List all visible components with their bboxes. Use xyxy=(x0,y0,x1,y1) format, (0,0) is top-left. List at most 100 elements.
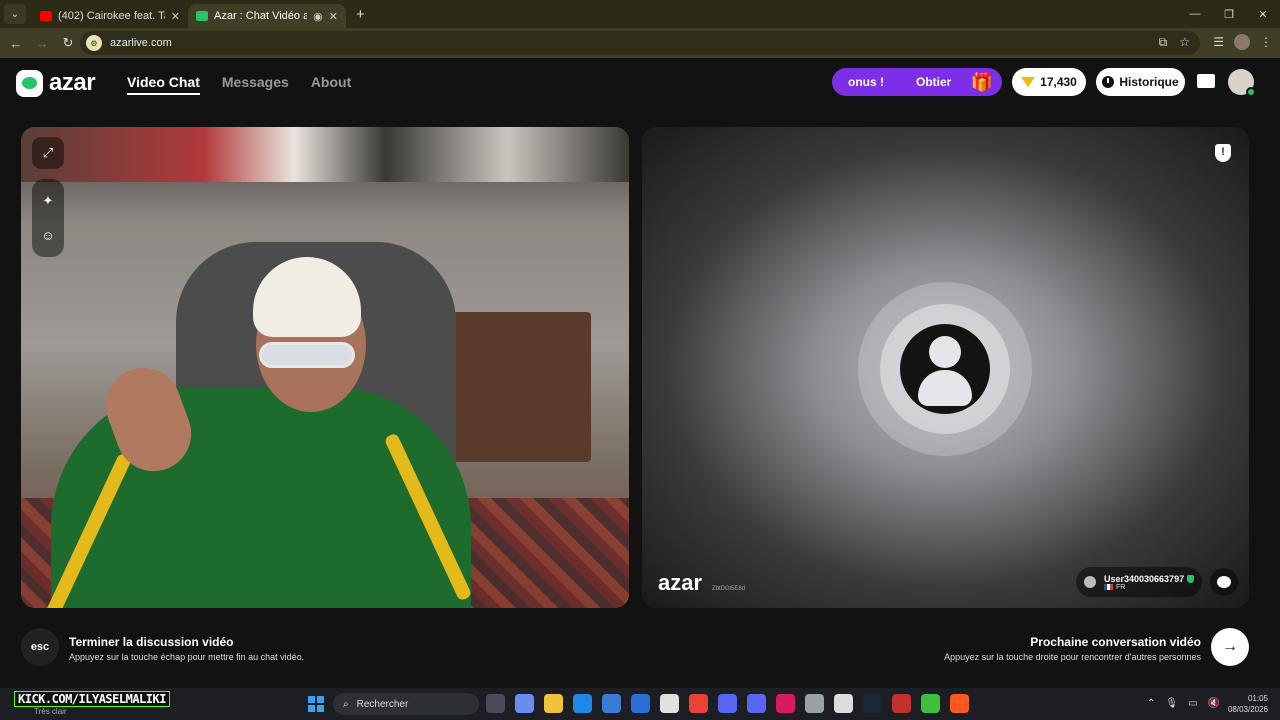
next-arrow-button[interactable]: → xyxy=(1211,628,1249,666)
treasure-chest-icon: 🎁 xyxy=(970,71,994,92)
person-sunglasses xyxy=(259,342,355,368)
windows-taskbar: KICK.COM/ILYASELMALIKI Très clair ⌕ Rech… xyxy=(0,688,1280,720)
taskbar-app-icon[interactable] xyxy=(631,694,650,713)
next-chat-title: Prochaine conversation vidéo xyxy=(1030,635,1201,649)
camera-shelf xyxy=(21,127,629,182)
windows-start-icon[interactable] xyxy=(308,696,324,712)
taskbar-app-icon[interactable] xyxy=(486,694,505,713)
chat-bubble-icon[interactable] xyxy=(1210,568,1238,596)
avatar-body xyxy=(918,370,972,406)
youtube-icon xyxy=(40,11,52,21)
azar-logo[interactable]: azar xyxy=(16,69,96,97)
taskbar-apps xyxy=(486,694,969,713)
chevron-up-icon[interactable]: ⌃ xyxy=(1147,698,1155,709)
browser-profile-avatar[interactable] xyxy=(1234,34,1250,50)
promo-get-text: Obtier xyxy=(916,75,952,89)
end-chat-hint: Appuyez sur la touche échap pour mettre … xyxy=(69,652,305,662)
watermark-code: ZbtDGl5E8d xyxy=(712,586,746,592)
taskbar-app-icon[interactable] xyxy=(863,694,882,713)
nav-video-chat[interactable]: Video Chat xyxy=(127,74,200,95)
reload-button[interactable]: ↻ xyxy=(56,31,80,55)
logo-text: azar xyxy=(49,69,96,96)
reading-list-icon[interactable]: ☰ xyxy=(1213,35,1224,49)
app-header: azar Video Chat Messages About onus ! Ob… xyxy=(0,58,1280,106)
volume-muted-icon[interactable]: 🔇 xyxy=(1208,698,1220,709)
taskbar-app-icon[interactable] xyxy=(660,694,679,713)
local-video-tools: ⤢ ✦ ☺ xyxy=(32,137,64,257)
minimize-button[interactable]: — xyxy=(1178,0,1212,28)
microphone-icon[interactable]: 🎙 xyxy=(1165,698,1178,709)
browser-tab-azar[interactable]: Azar : Chat Vidéo avec de n ◉ ✕ xyxy=(188,4,346,28)
taskbar-app-icon[interactable] xyxy=(747,694,766,713)
weather-widget[interactable]: KICK.COM/ILYASELMALIKI Très clair xyxy=(14,691,170,716)
site-info-icon[interactable]: ⚙ xyxy=(86,35,102,51)
next-chat-hint: Appuyez sur la touche droite pour rencon… xyxy=(944,652,1201,662)
kick-overlay-text: KICK.COM/ILYASELMALIKI xyxy=(14,691,170,707)
local-video: ⤢ ✦ ☺ xyxy=(21,127,629,608)
expand-icon[interactable]: ⤢ xyxy=(32,137,64,169)
taskbar-clock[interactable]: 01:05 08/03/2026 xyxy=(1228,693,1268,715)
maximize-button[interactable]: ❐ xyxy=(1212,0,1246,28)
partner-country: FR xyxy=(1116,583,1126,591)
azar-app: azar Video Chat Messages About onus ! Ob… xyxy=(0,58,1280,688)
report-shield-icon[interactable]: ! xyxy=(1215,144,1231,162)
window-controls: — ❐ ✕ xyxy=(1178,0,1280,28)
browser-menu-icon[interactable]: ⋮ xyxy=(1260,35,1272,49)
shop-icon[interactable] xyxy=(1196,71,1216,91)
date: 08/03/2026 xyxy=(1227,705,1268,714)
bonus-promo-button[interactable]: onus ! Obtier 🎁 xyxy=(832,68,1002,96)
install-app-icon[interactable]: ⧉ xyxy=(1159,35,1168,50)
recording-icon: ◉ xyxy=(313,10,323,23)
nav-messages[interactable]: Messages xyxy=(222,74,289,95)
back-button[interactable]: ← xyxy=(4,31,28,55)
weather-text: Très clair xyxy=(34,707,67,716)
taskbar-app-icon[interactable] xyxy=(805,694,824,713)
nav-about[interactable]: About xyxy=(311,74,351,95)
history-button[interactable]: Historique xyxy=(1096,68,1185,96)
forward-button[interactable]: → xyxy=(30,31,54,55)
taskbar-app-icon[interactable] xyxy=(834,694,853,713)
browser-tab-youtube[interactable]: (402) Cairokee feat. Tarek El-Sh ✕ xyxy=(32,4,188,28)
close-icon[interactable]: ✕ xyxy=(329,10,338,23)
gem-icon xyxy=(1021,77,1036,87)
face-filter-icon[interactable]: ☺ xyxy=(32,219,64,251)
bookmark-star-icon[interactable]: ☆ xyxy=(1179,35,1190,50)
user-icon xyxy=(1084,576,1096,588)
close-icon[interactable]: ✕ xyxy=(171,10,180,23)
close-window-button[interactable]: ✕ xyxy=(1246,0,1280,28)
taskbar-app-icon[interactable] xyxy=(544,694,563,713)
taskbar-app-icon[interactable] xyxy=(718,694,737,713)
partner-info[interactable]: User340030663797 FR xyxy=(1076,567,1202,597)
taskbar-app-icon[interactable] xyxy=(689,694,708,713)
network-icon[interactable]: ▭ xyxy=(1188,698,1197,709)
user-avatar[interactable] xyxy=(1228,69,1256,97)
tab-title: Azar : Chat Vidéo avec de n xyxy=(214,10,308,22)
watermark-logo: azar xyxy=(658,570,703,595)
end-chat-title: Terminer la discussion vidéo xyxy=(69,635,234,649)
history-label: Historique xyxy=(1119,75,1179,89)
azar-favicon-icon xyxy=(196,11,208,21)
new-tab-button[interactable]: + xyxy=(356,6,365,23)
tab-search-button[interactable]: ⌄ xyxy=(4,4,26,24)
france-flag-icon xyxy=(1104,584,1113,590)
taskbar-search[interactable]: ⌕ Rechercher xyxy=(333,693,479,715)
azar-logo-icon xyxy=(16,69,43,97)
gems-count: 17,430 xyxy=(1040,75,1077,89)
magic-wand-icon[interactable]: ✦ xyxy=(32,185,64,217)
taskbar-app-icon[interactable] xyxy=(776,694,795,713)
clock-icon xyxy=(1102,76,1115,88)
taskbar-app-icon[interactable] xyxy=(892,694,911,713)
taskbar-app-icon[interactable] xyxy=(515,694,534,713)
partner-avatar-placeholder xyxy=(900,324,990,414)
main-nav: Video Chat Messages About xyxy=(127,74,351,95)
gems-balance-button[interactable]: 17,430 xyxy=(1012,68,1086,96)
taskbar-app-icon[interactable] xyxy=(602,694,621,713)
taskbar-app-icon[interactable] xyxy=(950,694,969,713)
time: 01:05 xyxy=(1247,694,1268,703)
partner-username: User340030663797 xyxy=(1104,573,1185,584)
taskbar-app-icon[interactable] xyxy=(573,694,592,713)
taskbar-app-icon[interactable] xyxy=(921,694,940,713)
remote-video: ! azar ZbtDGl5E8d User340030663797 FR xyxy=(642,127,1249,608)
esc-button[interactable]: esc xyxy=(21,628,59,666)
address-bar[interactable]: ⚙ azarlive.com ⧉ ☆ xyxy=(80,31,1200,55)
